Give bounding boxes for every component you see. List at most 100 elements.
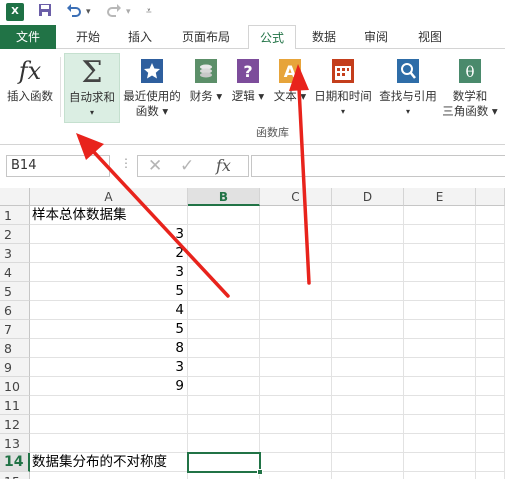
redo-dropdown-icon[interactable]: ▾: [126, 3, 131, 21]
cell-e10[interactable]: [404, 377, 476, 396]
cancel-icon[interactable]: ✕: [148, 156, 162, 176]
insert-function-button[interactable]: fx 插入函数: [2, 53, 58, 104]
cell-b7[interactable]: [188, 320, 260, 339]
fill-handle[interactable]: [257, 469, 263, 475]
cell-d7[interactable]: [332, 320, 404, 339]
cell-f7[interactable]: [476, 320, 505, 339]
cell-c13[interactable]: [260, 434, 332, 453]
cell-c15[interactable]: [260, 472, 332, 479]
cell-f13[interactable]: [476, 434, 505, 453]
cell-d1[interactable]: [332, 206, 404, 225]
row-header[interactable]: 6: [0, 301, 30, 320]
cell-f2[interactable]: [476, 225, 505, 244]
confirm-icon[interactable]: ✓: [180, 156, 194, 176]
cell-d5[interactable]: [332, 282, 404, 301]
cell-c14[interactable]: [260, 453, 332, 472]
row-header[interactable]: 3: [0, 244, 30, 263]
cell-b13[interactable]: [188, 434, 260, 453]
active-cell-b14[interactable]: [187, 452, 261, 473]
cell-d9[interactable]: [332, 358, 404, 377]
undo-dropdown-icon[interactable]: ▾: [86, 3, 91, 21]
cell-b5[interactable]: [188, 282, 260, 301]
cell-e15[interactable]: [404, 472, 476, 479]
save-icon[interactable]: [38, 3, 52, 21]
row-header[interactable]: 12: [0, 415, 30, 434]
text-button[interactable]: A 文本 ▾: [272, 53, 308, 104]
cell-b11[interactable]: [188, 396, 260, 415]
cell-d12[interactable]: [332, 415, 404, 434]
row-header[interactable]: 9: [0, 358, 30, 377]
cell-c5[interactable]: [260, 282, 332, 301]
tab-insert[interactable]: 插入: [120, 25, 160, 49]
column-header-a[interactable]: A: [30, 188, 188, 206]
cell-a14[interactable]: 数据集分布的不对称度: [30, 453, 188, 472]
cell-a11[interactable]: [30, 396, 188, 415]
logical-button[interactable]: ? 逻辑 ▾: [230, 53, 266, 104]
cell-b3[interactable]: [188, 244, 260, 263]
cell-b9[interactable]: [188, 358, 260, 377]
cell-e12[interactable]: [404, 415, 476, 434]
row-header[interactable]: 8: [0, 339, 30, 358]
cell-d11[interactable]: [332, 396, 404, 415]
select-all-button[interactable]: [0, 188, 30, 206]
cell-b15[interactable]: [188, 472, 260, 479]
cell-f12[interactable]: [476, 415, 505, 434]
cell-a10[interactable]: 9: [30, 377, 188, 396]
cell-c7[interactable]: [260, 320, 332, 339]
cell-e11[interactable]: [404, 396, 476, 415]
column-header-c[interactable]: C: [260, 188, 332, 206]
cell-a13[interactable]: [30, 434, 188, 453]
cell-c6[interactable]: [260, 301, 332, 320]
cell-e4[interactable]: [404, 263, 476, 282]
column-header-e[interactable]: E: [404, 188, 476, 206]
cell-a7[interactable]: 5: [30, 320, 188, 339]
row-header[interactable]: 10: [0, 377, 30, 396]
row-header-selected[interactable]: 14: [0, 453, 30, 472]
cell-e5[interactable]: [404, 282, 476, 301]
formula-bar-grip-icon[interactable]: ⋮: [120, 156, 132, 170]
cell-b4[interactable]: [188, 263, 260, 282]
cell-c12[interactable]: [260, 415, 332, 434]
row-header[interactable]: 2: [0, 225, 30, 244]
autosum-button[interactable]: Σ 自动求和 ▾: [64, 53, 120, 123]
row-header[interactable]: 5: [0, 282, 30, 301]
cell-c1[interactable]: [260, 206, 332, 225]
cell-c11[interactable]: [260, 396, 332, 415]
cell-a4[interactable]: 3: [30, 263, 188, 282]
cell-f14[interactable]: [476, 453, 505, 472]
tab-home[interactable]: 开始: [68, 25, 108, 49]
cell-a5[interactable]: 5: [30, 282, 188, 301]
row-header[interactable]: 1: [0, 206, 30, 225]
tab-view[interactable]: 视图: [408, 25, 452, 49]
cell-d8[interactable]: [332, 339, 404, 358]
cell-e2[interactable]: [404, 225, 476, 244]
cell-a9[interactable]: 3: [30, 358, 188, 377]
cell-b1[interactable]: [188, 206, 260, 225]
customize-toolbar-icon[interactable]: ⩡: [146, 3, 152, 21]
cell-b2[interactable]: [188, 225, 260, 244]
cell-c3[interactable]: [260, 244, 332, 263]
cell-a1[interactable]: 样本总体数据集: [30, 206, 188, 225]
column-header-f[interactable]: [476, 188, 505, 206]
cell-f11[interactable]: [476, 396, 505, 415]
cell-f5[interactable]: [476, 282, 505, 301]
cell-e6[interactable]: [404, 301, 476, 320]
row-header[interactable]: 13: [0, 434, 30, 453]
cell-f3[interactable]: [476, 244, 505, 263]
insert-function-icon-small[interactable]: fx: [216, 156, 231, 175]
cell-a2[interactable]: 3: [30, 225, 188, 244]
cell-d2[interactable]: [332, 225, 404, 244]
row-header[interactable]: 7: [0, 320, 30, 339]
row-header[interactable]: 4: [0, 263, 30, 282]
cell-f4[interactable]: [476, 263, 505, 282]
cell-f15[interactable]: [476, 472, 505, 479]
cell-e1[interactable]: [404, 206, 476, 225]
undo-icon[interactable]: [66, 3, 82, 21]
cell-a6[interactable]: 4: [30, 301, 188, 320]
recently-used-button[interactable]: 最近使用的 函数 ▾: [121, 53, 183, 119]
cell-a3[interactable]: 2: [30, 244, 188, 263]
cell-e8[interactable]: [404, 339, 476, 358]
financial-button[interactable]: 财务 ▾: [188, 53, 224, 104]
cell-a15[interactable]: [30, 472, 188, 479]
formula-input[interactable]: [251, 155, 505, 177]
